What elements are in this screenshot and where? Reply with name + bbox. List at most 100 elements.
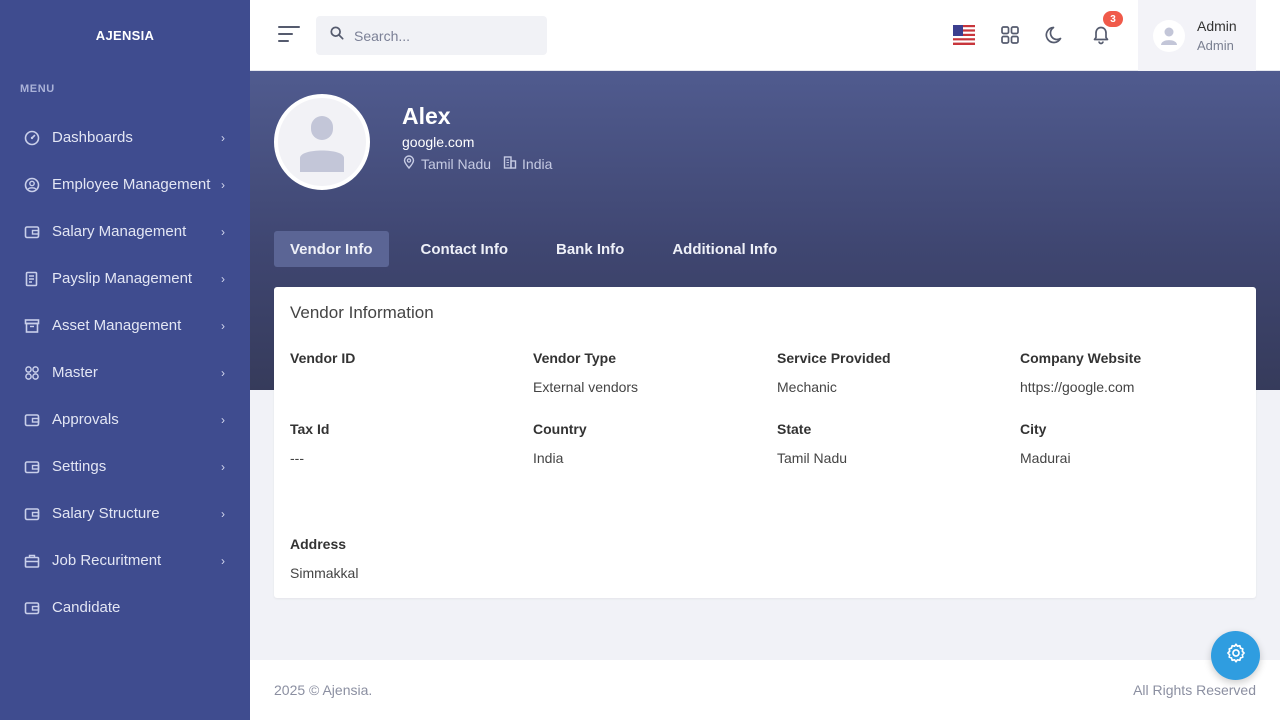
bell-icon[interactable]: 3	[1089, 11, 1123, 47]
field-label: Address	[290, 536, 347, 552]
menu-section-title: MENU	[20, 83, 55, 95]
settings-fab-button[interactable]	[1211, 631, 1260, 680]
sidebar: AJENSIA MENU Dashboards › Employee Manag…	[0, 0, 250, 720]
user-name: Admin	[1197, 18, 1237, 34]
chevron-right-icon: ›	[221, 318, 225, 333]
field-value: Tamil Nadu	[777, 450, 848, 466]
profile-avatar	[274, 94, 370, 190]
wallet-icon	[24, 224, 40, 240]
sidebar-item-candidate[interactable]: Candidate	[0, 584, 250, 631]
wallet-icon	[24, 506, 40, 522]
footer-rights: All Rights Reserved	[1133, 682, 1256, 698]
profile-name: Alex	[402, 103, 451, 129]
field-value: Mechanic	[777, 379, 837, 395]
avatar	[1153, 19, 1185, 52]
apps-grid-icon[interactable]	[998, 23, 1022, 47]
sidebar-item-asset-management[interactable]: Asset Management ›	[0, 302, 250, 349]
chevron-right-icon: ›	[221, 177, 225, 192]
sidebar-item-label: Employee Management	[52, 176, 211, 193]
field-service-provided: Service Provided Mechanic	[777, 350, 891, 395]
chevron-right-icon: ›	[221, 224, 225, 239]
archive-icon	[24, 318, 40, 334]
field-vendor-type: Vendor Type External vendors	[533, 350, 638, 395]
tab-bank-info[interactable]: Bank Info	[540, 231, 640, 267]
sidebar-item-dashboards[interactable]: Dashboards ›	[0, 114, 250, 161]
sidebar-item-employee-management[interactable]: Employee Management ›	[0, 161, 250, 208]
building-icon	[503, 155, 522, 172]
search-icon	[330, 26, 344, 45]
chevron-right-icon: ›	[221, 553, 225, 568]
moon-icon[interactable]	[1043, 23, 1067, 47]
gauge-icon	[24, 130, 40, 146]
field-value: India	[533, 450, 564, 466]
sidebar-item-settings[interactable]: Settings ›	[0, 443, 250, 490]
field-vendor-id: Vendor ID	[290, 350, 355, 379]
sidebar-item-label: Master	[52, 364, 98, 381]
field-address: Address Simmakkal	[290, 536, 358, 581]
sidebar-item-payslip-management[interactable]: Payslip Management ›	[0, 255, 250, 302]
vendor-info-card: Vendor Information Vendor ID Vendor Type…	[274, 287, 1256, 598]
briefcase-icon	[24, 553, 40, 569]
profile-tabs: Vendor Info Contact Info Bank Info Addit…	[274, 231, 809, 267]
sidebar-item-label: Salary Management	[52, 223, 187, 240]
sidebar-item-master[interactable]: Master ›	[0, 349, 250, 396]
field-value: External vendors	[533, 379, 639, 395]
sidebar-item-job-recruitment[interactable]: Job Recuritment ›	[0, 537, 250, 584]
chevron-right-icon: ›	[221, 412, 225, 427]
sidebar-item-label: Job Recuritment	[52, 552, 162, 569]
map-pin-icon	[402, 155, 421, 172]
field-value: Simmakkal	[290, 565, 359, 581]
wallet-icon	[24, 459, 40, 475]
field-label: State	[777, 421, 812, 437]
field-label: Vendor Type	[533, 350, 616, 366]
field-label: Service Provided	[777, 350, 891, 366]
user-circle-icon	[24, 177, 40, 193]
sidebar-item-approvals[interactable]: Approvals ›	[0, 396, 250, 443]
profile-country: India	[522, 155, 553, 172]
sidebar-menu: Dashboards › Employee Management › Salar…	[0, 114, 250, 631]
sidebar-item-salary-management[interactable]: Salary Management ›	[0, 208, 250, 255]
field-label: City	[1020, 421, 1047, 437]
field-label: Tax Id	[290, 421, 330, 437]
chevron-right-icon: ›	[221, 506, 225, 521]
field-country: Country India	[533, 421, 587, 466]
sidebar-item-salary-structure[interactable]: Salary Structure ›	[0, 490, 250, 537]
footer: 2025 © Ajensia. All Rights Reserved	[250, 660, 1280, 720]
field-tax-id: Tax Id ---	[290, 421, 329, 466]
wallet-icon	[24, 412, 40, 428]
us-flag-icon[interactable]	[952, 23, 976, 47]
hamburger-menu-icon[interactable]	[278, 26, 300, 44]
sidebar-item-label: Salary Structure	[52, 505, 160, 522]
field-label: Company Website	[1020, 350, 1142, 366]
sidebar-item-label: Candidate	[52, 599, 121, 616]
tab-contact-info[interactable]: Contact Info	[405, 231, 525, 267]
brand-logo[interactable]: AJENSIA	[0, 0, 250, 70]
footer-copyright: 2025 © Ajensia.	[274, 682, 373, 698]
tab-vendor-info[interactable]: Vendor Info	[274, 231, 389, 267]
profile-website: google.com	[402, 134, 475, 150]
file-list-icon	[24, 271, 40, 287]
card-title: Vendor Information	[290, 303, 434, 322]
tab-additional-info[interactable]: Additional Info	[656, 231, 793, 267]
field-value: ---	[290, 450, 304, 466]
chevron-right-icon: ›	[221, 271, 225, 286]
chevron-right-icon: ›	[221, 365, 225, 380]
user-role: Admin	[1197, 38, 1234, 53]
search-box	[316, 16, 547, 55]
profile-location: Tamil Nadu India	[402, 155, 564, 172]
sidebar-item-label: Approvals	[52, 411, 119, 428]
field-label: Vendor ID	[290, 350, 356, 366]
search-input[interactable]	[354, 27, 534, 44]
gear-icon	[1225, 642, 1247, 669]
sidebar-item-label: Settings	[52, 458, 107, 475]
topbar: 3 Admin Admin	[250, 0, 1280, 71]
profile-state: Tamil Nadu	[421, 155, 492, 172]
chevron-right-icon: ›	[221, 130, 225, 145]
user-menu[interactable]: Admin Admin	[1138, 0, 1256, 71]
field-state: State Tamil Nadu	[777, 421, 847, 466]
wallet-icon	[24, 600, 40, 616]
field-city: City Madurai	[1020, 421, 1071, 466]
field-value: https://google.com	[1020, 379, 1135, 395]
sidebar-item-label: Payslip Management	[52, 270, 193, 287]
field-label: Country	[533, 421, 587, 437]
